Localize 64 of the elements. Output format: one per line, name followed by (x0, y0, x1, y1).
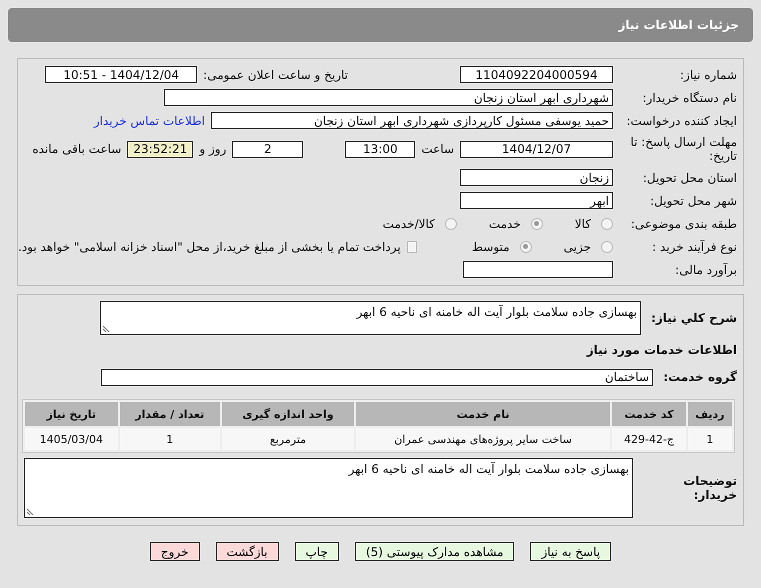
time-field: 13:00 (345, 140, 416, 158)
need-number-field: 1104092204000594 (460, 66, 613, 83)
service-group-field: ساختمان (101, 368, 653, 386)
city-field: ابهر (460, 192, 613, 209)
field-label: نوع فرآیند خرید : (651, 240, 738, 254)
province-field: زنجان (460, 169, 613, 186)
table-cell: ج-42-429 (612, 428, 686, 450)
radio-label: کالا/خدمت (382, 216, 435, 230)
action-button[interactable]: خروج (150, 542, 200, 561)
column-header: تعداد / مقدار (120, 402, 220, 426)
deadline-date-field: 1404/12/07 (460, 140, 613, 158)
field-label: مهلت ارسال پاسخ: تا تاریخ: (629, 135, 738, 163)
field-label: شماره نیاز: (679, 68, 738, 82)
resize-grip-icon[interactable] (103, 324, 111, 332)
remaining-label: ساعت باقی مانده (32, 142, 122, 156)
checkbox-label: پرداخت تمام یا بخشی از مبلغ خرید،از محل "اسناد خزانه اسلامی" خواهد بود. (18, 240, 401, 254)
action-button[interactable]: بازگشت (216, 542, 278, 561)
field-label: گروه خدمت: (662, 370, 738, 384)
section-heading: اطلاعات خدمات مورد نیاز (586, 343, 738, 357)
radio-label: خدمت (488, 216, 521, 230)
buyer-notes-textarea[interactable]: بهسازی جاده سلامت بلوار آیت اله خامنه ای ناحیه 6 ابهر (24, 458, 633, 518)
radio-button[interactable] (601, 240, 613, 252)
description-textarea[interactable]: بهسازی جاده سلامت بلوار آیت اله خامنه ای ناحیه 6 ابهر (100, 301, 641, 335)
estimate-field[interactable] (463, 261, 613, 278)
radio-button[interactable] (520, 240, 532, 252)
field-label: شهر محل تحویل: (649, 194, 738, 208)
days-label: روز و (199, 142, 226, 156)
table-cell: 1 (688, 428, 732, 450)
contact-link[interactable]: اطلاعات تماس خریدار (94, 114, 205, 128)
radio-label: متوسط (472, 240, 510, 254)
column-header: تاریخ نیاز (25, 402, 118, 426)
field-label: طبقه بندی موضوعی: (630, 216, 738, 230)
table-cell: مترمربع (222, 428, 354, 450)
column-header: کد خدمت (612, 402, 686, 426)
time-label: ساعت (421, 142, 454, 156)
table-cell: ساخت سایر پروژه‌های مهندسی عمران (356, 428, 610, 450)
resize-grip-icon[interactable] (27, 507, 35, 515)
field-label: نام دستگاه خریدار: (642, 90, 738, 104)
field-label: توضیحات خریدار: (682, 474, 738, 502)
page-title: جزئیات اطلاعات نیاز (8, 8, 753, 42)
creator-field: حمید یوسفی مسئول کارپردازی شهرداری ابهر استان زنجان (211, 112, 613, 129)
field-label: ایجاد کننده درخواست: (625, 114, 738, 128)
column-header: نام خدمت (356, 402, 610, 426)
column-header: واحد اندازه گیری (222, 402, 354, 426)
table-cell: 1 (120, 428, 220, 450)
radio-label: کالا (574, 216, 591, 230)
field-label: برآورد مالی: (674, 262, 738, 276)
radio-button[interactable] (530, 218, 543, 230)
radio-button[interactable] (601, 218, 613, 230)
buyer-field: شهرداری ابهر استان زنجان (164, 89, 613, 106)
field-label: شرح کلي نیاز: (650, 311, 738, 325)
announce-date-field: 1404/12/04 - 10:51 (45, 66, 198, 83)
action-button[interactable]: مشاهده مدارک پیوستی (5) (354, 542, 514, 561)
column-header: ردیف (688, 402, 732, 426)
radio-button[interactable] (444, 218, 457, 230)
action-button[interactable]: چاپ (294, 542, 339, 561)
table-cell: 1405/03/04 (25, 428, 118, 450)
radio-label: جزیی (564, 240, 591, 254)
remaining-time-field: 23:52:21 (127, 140, 194, 158)
field-label: استان محل تحویل: (642, 170, 738, 184)
action-button[interactable]: پاسخ به نیاز (530, 542, 612, 561)
days-field: 2 (232, 140, 304, 158)
checkbox[interactable] (406, 240, 417, 252)
field-label: تاریخ و ساعت اعلان عمومی: (203, 68, 348, 82)
